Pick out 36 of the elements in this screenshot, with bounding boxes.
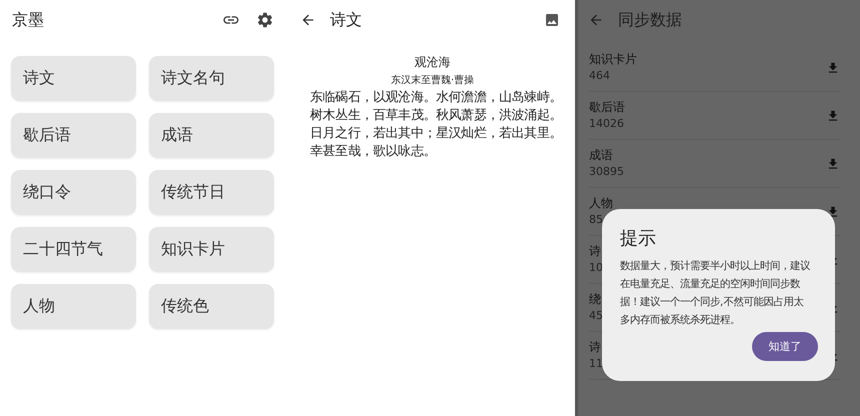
item-name: 人物 bbox=[589, 195, 613, 212]
poem-author: 东汉末至曹魏·曹操 bbox=[390, 74, 474, 88]
item-name: 诗 bbox=[589, 339, 601, 356]
item-name: 歇后语 bbox=[589, 99, 625, 116]
item-name: 知识卡片 bbox=[589, 51, 637, 68]
item-name: 成语 bbox=[589, 147, 613, 164]
category-card[interactable]: 传统节日 bbox=[149, 170, 274, 215]
item-count: 14026 bbox=[589, 116, 624, 132]
app-title: 京墨 bbox=[12, 10, 44, 30]
category-card[interactable]: 绕口令 bbox=[11, 170, 136, 215]
category-card[interactable]: 二十四节气 bbox=[11, 227, 136, 272]
poem-line: 树木丛生，百草丰茂。秋风萧瑟，洪波涌起。 bbox=[309, 107, 562, 125]
item-count: 464 bbox=[589, 68, 610, 84]
poem-line: 东临碣石，以观沧海。水何澹澹，山岛竦峙。 bbox=[309, 89, 562, 107]
category-card[interactable]: 歇后语 bbox=[11, 113, 136, 158]
poem-line: 幸甚至哉，歌以咏志。 bbox=[309, 143, 436, 161]
item-count: 45 bbox=[589, 308, 603, 324]
confirm-button[interactable]: 知道了 bbox=[752, 332, 818, 361]
category-card[interactable]: 成语 bbox=[149, 113, 274, 158]
item-count: 85 bbox=[589, 212, 603, 228]
category-card[interactable]: 诗文 bbox=[11, 56, 136, 101]
category-card[interactable]: 诗文名句 bbox=[149, 56, 274, 101]
item-count: 10 bbox=[589, 260, 603, 276]
item-name: 诗 bbox=[589, 243, 601, 260]
poem-title: 观沧海 bbox=[414, 54, 450, 71]
page-title: 诗文 bbox=[330, 10, 362, 30]
item-count: 30895 bbox=[589, 164, 624, 180]
dialog-title: 提示 bbox=[620, 227, 657, 251]
category-card[interactable]: 知识卡片 bbox=[149, 227, 274, 272]
category-card[interactable]: 传统色 bbox=[149, 284, 274, 329]
item-count: 11 bbox=[589, 356, 603, 372]
poem-line: 日月之行，若出其中；星汉灿烂，若出其里。 bbox=[309, 125, 562, 143]
category-card[interactable]: 人物 bbox=[11, 284, 136, 329]
page-title: 同步数据 bbox=[618, 10, 682, 30]
item-name: 绕 bbox=[589, 291, 601, 308]
dialog-message: 数据量大，预计需要半小时以上时间，建议在电量充足、流量充足的空闲时间同步数据！建议一个一个同步,不然可能因占用太多内存而被系统杀死进程。 bbox=[620, 259, 811, 328]
